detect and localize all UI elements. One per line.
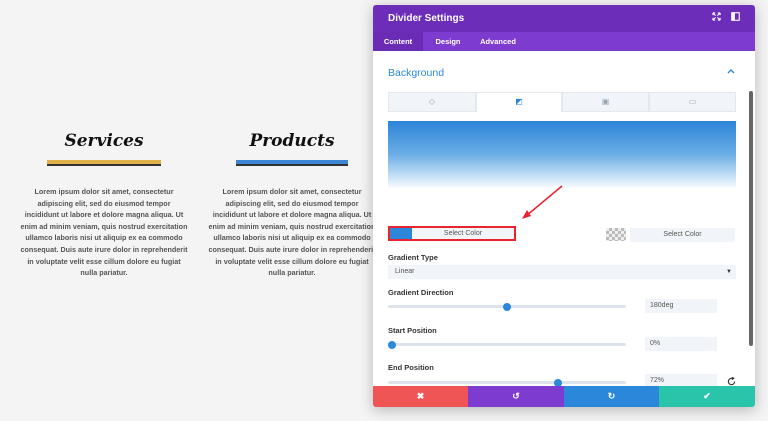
- gradient-preview[interactable]: [388, 121, 736, 216]
- chevron-down-icon: ▼: [726, 269, 732, 275]
- start-position-slider[interactable]: [388, 340, 626, 349]
- tab-design[interactable]: Design: [424, 32, 472, 51]
- gradient-type-label: Gradient Type: [388, 253, 438, 262]
- gradient-end-color-picker[interactable]: Select Color: [606, 226, 736, 242]
- undo-button[interactable]: ↺: [468, 386, 564, 407]
- paint-bucket-icon[interactable]: ◇: [388, 92, 476, 112]
- divider-settings-modal: Divider Settings Content Design Advanced…: [373, 5, 755, 407]
- video-icon[interactable]: ▭: [649, 92, 736, 112]
- gradient-type-select[interactable]: Linear ▼: [388, 265, 736, 279]
- scrollbar[interactable]: [749, 91, 753, 346]
- tab-content[interactable]: Content: [373, 32, 423, 51]
- modal-header: Divider Settings: [373, 5, 755, 32]
- products-text: Lorem ipsum dolor sit amet, consectetur …: [208, 187, 376, 278]
- start-position-input[interactable]: 0%: [645, 337, 717, 351]
- end-color-swatch[interactable]: [606, 228, 626, 241]
- gradient-direction-label: Gradient Direction: [388, 288, 454, 297]
- modal-footer: ✖ ↺ ↻ ✔: [373, 386, 755, 407]
- gradient-direction-handle[interactable]: [503, 302, 511, 311]
- services-column: Services Lorem ipsum dolor sit amet, con…: [14, 128, 194, 279]
- gradient-icon[interactable]: ◩: [476, 92, 562, 112]
- save-button[interactable]: ✔: [659, 386, 755, 407]
- services-title: Services: [64, 131, 144, 151]
- gradient-direction-slider[interactable]: [388, 302, 626, 311]
- cancel-button[interactable]: ✖: [373, 386, 468, 407]
- redo-button[interactable]: ↻: [564, 386, 659, 407]
- gradient-type-value: Linear: [395, 268, 415, 275]
- settings-tabs: Content Design Advanced: [373, 32, 755, 51]
- gradient-start-color-picker[interactable]: Select Color: [388, 226, 516, 241]
- products-column: Products Lorem ipsum dolor sit amet, con…: [202, 128, 382, 279]
- start-color-swatch[interactable]: [390, 228, 412, 239]
- start-select-color-button[interactable]: Select Color: [412, 228, 514, 239]
- modal-title: Divider Settings: [388, 13, 465, 24]
- image-icon[interactable]: ▣: [562, 92, 649, 112]
- services-divider: [47, 160, 161, 166]
- start-position-handle[interactable]: [388, 340, 396, 349]
- modal-content: Background ◇ ◩ ▣ ▭ Select Color Select C…: [373, 51, 755, 388]
- sidebar-toggle-icon[interactable]: [729, 12, 741, 24]
- services-text: Lorem ipsum dolor sit amet, consectetur …: [20, 187, 188, 278]
- end-select-color-button[interactable]: Select Color: [630, 228, 735, 242]
- tab-advanced[interactable]: Advanced: [473, 32, 523, 51]
- gradient-direction-input[interactable]: 180deg: [645, 299, 717, 313]
- chevron-up-icon[interactable]: [726, 67, 736, 77]
- fullscreen-icon[interactable]: [710, 12, 722, 24]
- start-position-label: Start Position: [388, 326, 437, 335]
- end-position-slider[interactable]: [388, 378, 626, 387]
- products-divider: [236, 160, 348, 166]
- background-type-tabs: ◇ ◩ ▣ ▭: [388, 92, 736, 112]
- products-title: Products: [249, 131, 335, 151]
- section-title-background[interactable]: Background: [388, 67, 444, 79]
- end-position-label: End Position: [388, 363, 434, 372]
